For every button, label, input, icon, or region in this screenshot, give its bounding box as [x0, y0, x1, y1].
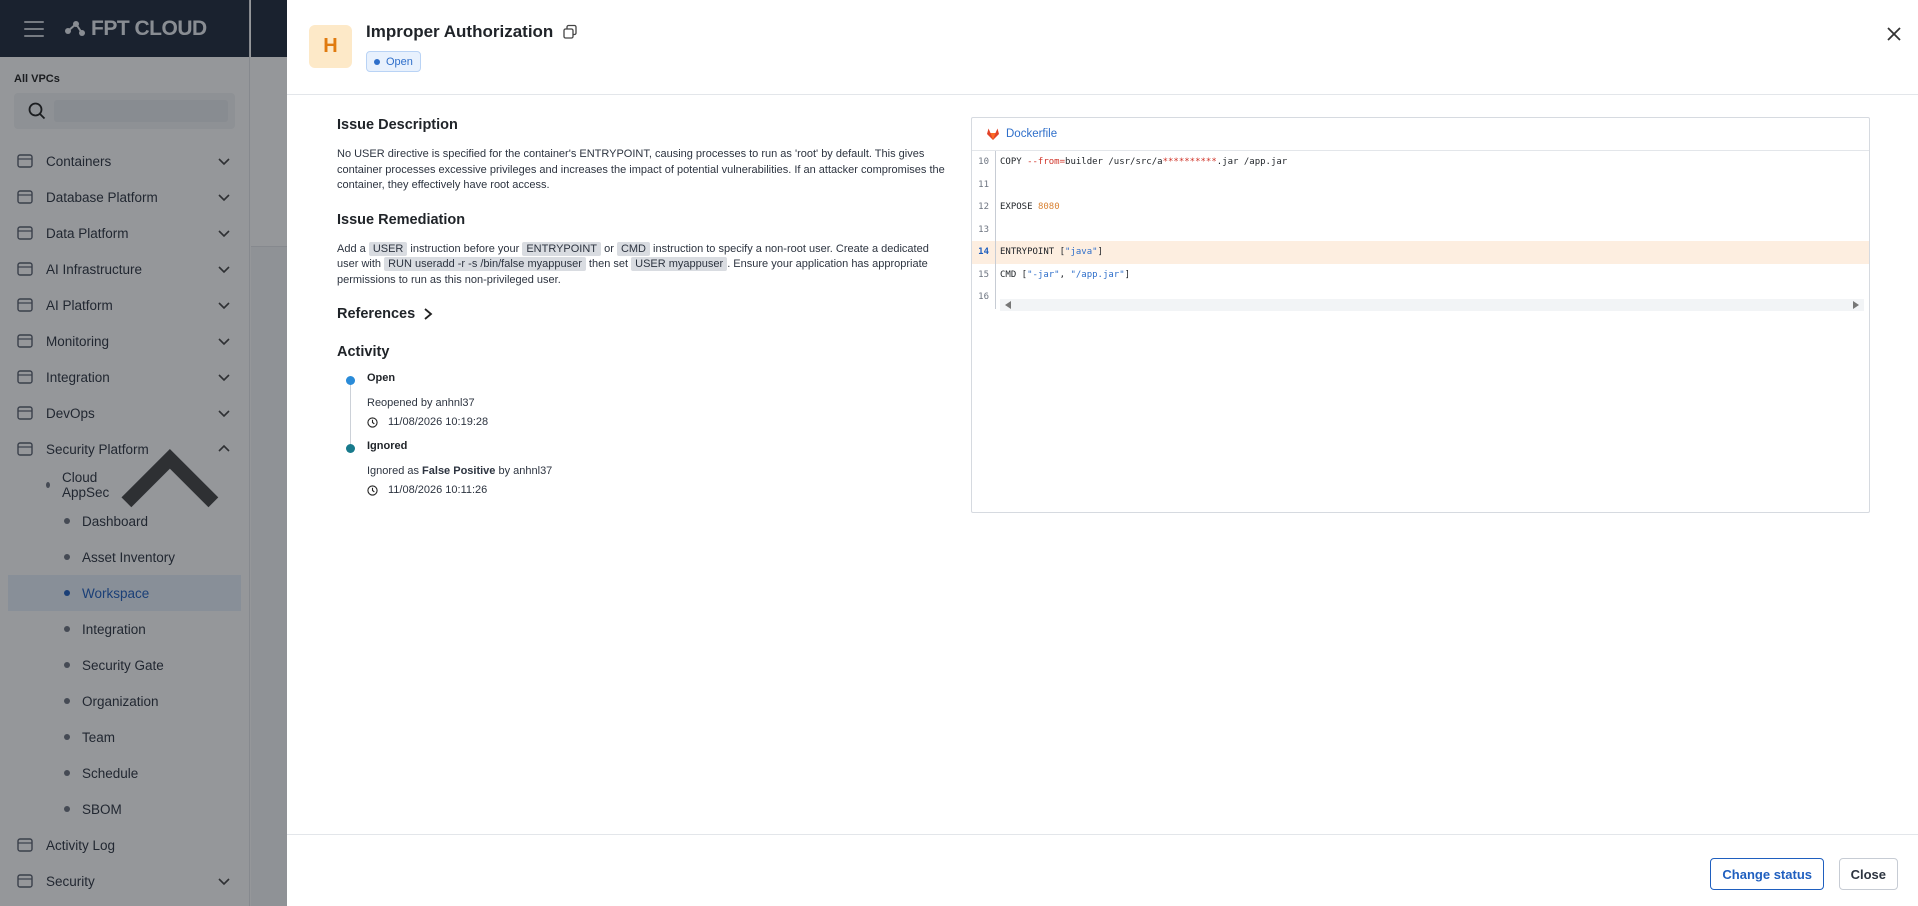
- code-token: EXPOSE: [1000, 202, 1038, 213]
- remediation-text-part: then set: [585, 258, 632, 270]
- code-token: **********: [1162, 157, 1217, 168]
- code-token: 8080: [1037, 202, 1060, 213]
- line-number: 11: [972, 173, 996, 196]
- gitlab-icon: [987, 128, 999, 140]
- line-number: 12: [972, 196, 996, 219]
- code-line: 11: [972, 173, 1869, 196]
- remediation-text-part: or: [601, 242, 617, 255]
- remediation-text: Add a USER instruction before your ENTRY…: [337, 241, 947, 289]
- file-name-link[interactable]: Dockerfile: [1006, 128, 1057, 140]
- code-token: "-jar": [1027, 269, 1060, 280]
- line-number: 13: [972, 218, 996, 241]
- code-line: 15 CMD ["-jar", "/app.jar"]: [972, 263, 1869, 286]
- code-token: CMD [: [1000, 269, 1028, 280]
- code-line: 13: [972, 218, 1869, 241]
- code-token: COPY: [1000, 157, 1028, 168]
- code-chip: CMD: [616, 241, 650, 256]
- code-line: 10 COPY --from=builder /usr/src/a********…: [972, 151, 1869, 174]
- status-dot: [374, 58, 380, 65]
- change-status-button[interactable]: Change status: [1710, 858, 1824, 890]
- line-number: 14: [972, 241, 996, 264]
- timeline-text-bold: False Positive: [422, 465, 496, 477]
- code-chip: RUN useradd -r -s /bin/false myappuser: [384, 257, 586, 271]
- code-token: ,: [1059, 269, 1071, 280]
- drawer-footer: Change status Close: [287, 834, 1918, 906]
- line-number: 16: [972, 286, 996, 309]
- timeline-dot: [346, 444, 355, 453]
- scroll-right-icon[interactable]: [1852, 301, 1860, 309]
- clock-icon: [367, 484, 378, 496]
- timeline-time-text: 11/08/2026 10:19:28: [388, 416, 489, 428]
- status-badge: Open: [366, 51, 421, 72]
- timeline-line: [350, 382, 351, 452]
- line-number: 10: [972, 151, 996, 174]
- timeline-text-part: Ignored as: [367, 465, 423, 477]
- code-file-header: Dockerfile: [972, 118, 1869, 151]
- code-chip: USER myappuser: [631, 257, 728, 271]
- code-source: COPY --from=builder /usr/src/a**********…: [996, 157, 1287, 167]
- copy-icon[interactable]: [562, 24, 578, 40]
- close-button[interactable]: Close: [1838, 858, 1898, 890]
- timeline-text-part: by anhnl37: [495, 465, 553, 477]
- timeline-dot: [346, 376, 355, 385]
- code-source: EXPOSE 8080: [996, 202, 1060, 212]
- description-text: No USER directive is specified for the c…: [337, 148, 945, 191]
- remediation-text-part: Add a: [337, 242, 369, 255]
- code-token: .jar /app.jar: [1216, 157, 1288, 168]
- timeline-time-text: 11/08/2026 10:11:26: [388, 484, 488, 496]
- code-line: 12 EXPOSE 8080: [972, 196, 1869, 219]
- remediation-text-part: instruction before your: [407, 242, 523, 255]
- issue-drawer: H Improper Authorization Open Issue Desc…: [287, 0, 1918, 906]
- code-source: ENTRYPOINT ["java"]: [996, 247, 1103, 257]
- code-token: ]: [1124, 269, 1131, 280]
- code-chip: USER: [368, 241, 408, 256]
- code-body: 10 COPY --from=builder /usr/src/a********…: [972, 151, 1869, 311]
- code-source: CMD ["-jar", "/app.jar"]: [996, 270, 1130, 280]
- references-label: References: [337, 306, 416, 322]
- drawer-header: H Improper Authorization Open: [287, 0, 1918, 95]
- horizontal-scrollbar[interactable]: [1000, 299, 1864, 311]
- line-number: 15: [972, 263, 996, 286]
- chevron-right-icon: [424, 308, 433, 320]
- code-token: "java": [1065, 247, 1098, 258]
- clock-icon: [367, 416, 378, 428]
- code-token: ENTRYPOINT [: [1000, 247, 1066, 258]
- close-icon[interactable]: [1884, 24, 1904, 44]
- code-token: ]: [1097, 247, 1103, 258]
- scroll-left-icon[interactable]: [1004, 301, 1012, 309]
- code-token: "/app.jar": [1070, 269, 1125, 280]
- code-token: --from=: [1027, 157, 1066, 168]
- code-token: builder /usr/src/a: [1065, 157, 1163, 168]
- code-line: 14 ENTRYPOINT ["java"]: [972, 241, 1869, 264]
- issue-title: Improper Authorization: [366, 22, 554, 41]
- status-label: Open: [386, 55, 413, 68]
- code-viewer: Dockerfile 10 COPY --from=builder /usr/sr…: [971, 117, 1870, 513]
- code-chip: ENTRYPOINT: [522, 241, 602, 256]
- severity-badge: H: [309, 25, 352, 68]
